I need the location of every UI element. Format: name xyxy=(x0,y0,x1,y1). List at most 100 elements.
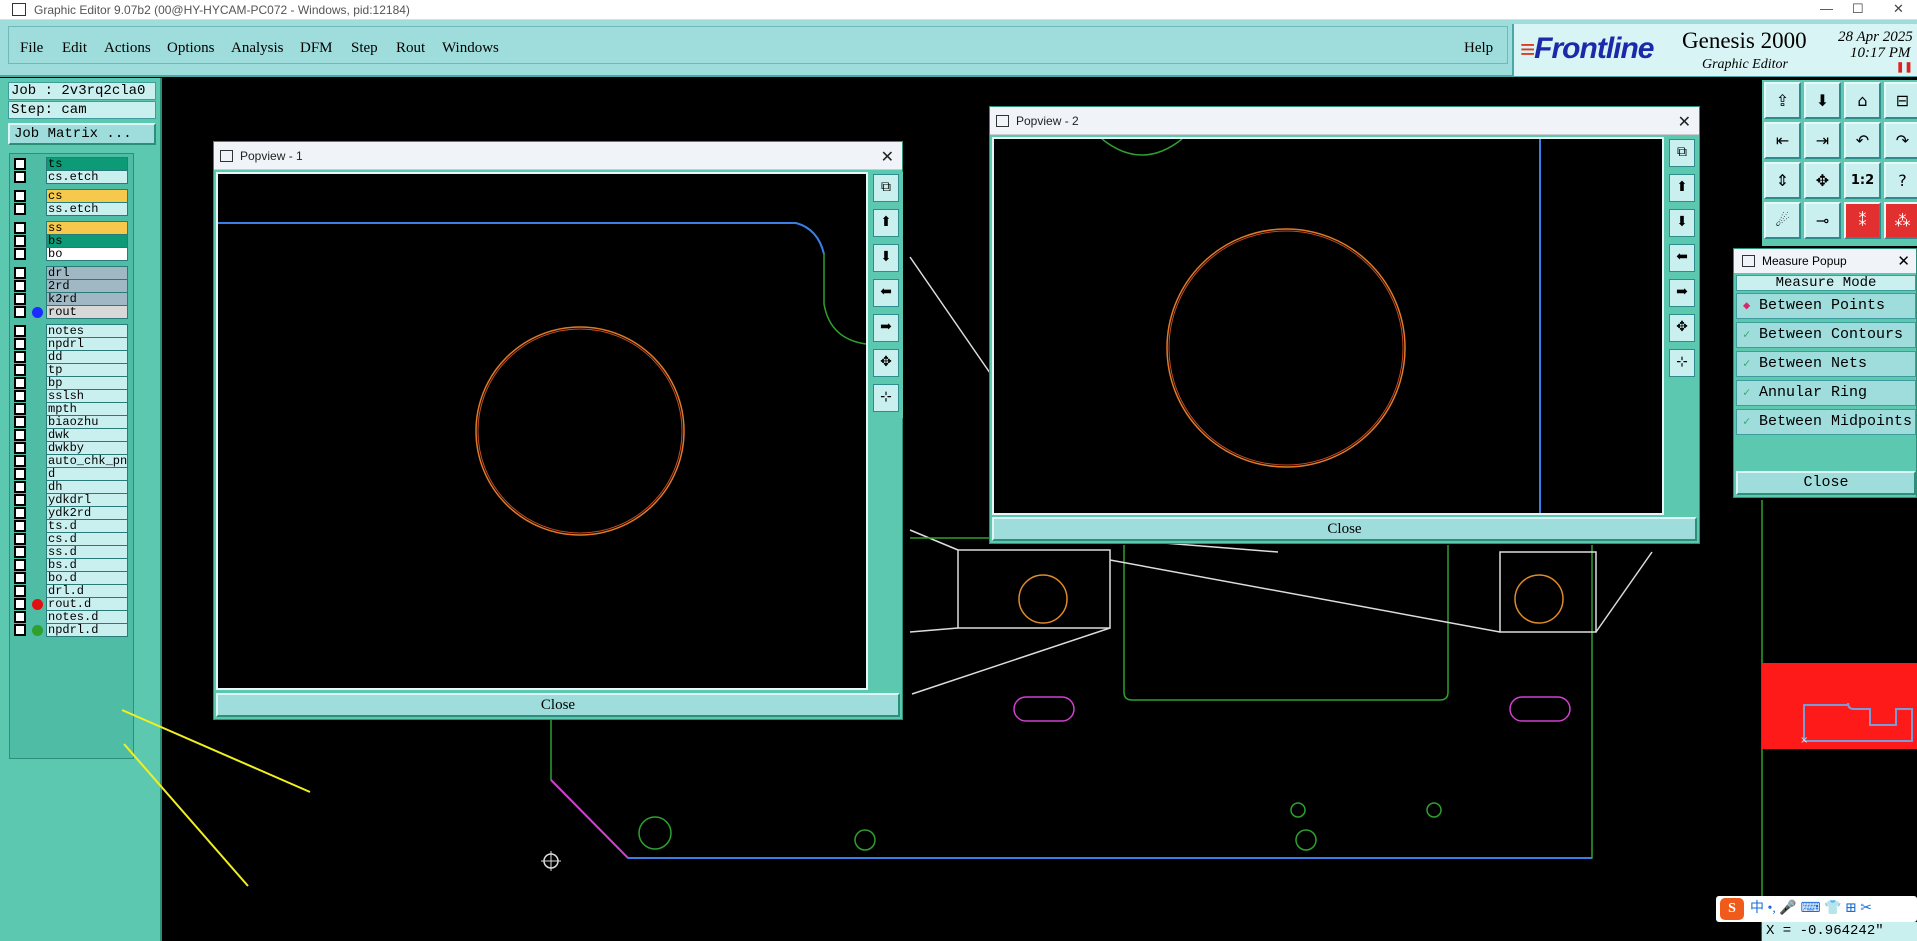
trace xyxy=(909,256,991,374)
check-icon: ✓ xyxy=(1743,328,1751,342)
window-layout-icon[interactable]: ⊟ xyxy=(1884,82,1917,119)
window-icon xyxy=(220,150,233,162)
popview-1-title-bar: Popview - 1 ✕ xyxy=(214,142,902,170)
measure-option-between-nets[interactable]: ✓ Between Nets xyxy=(1736,351,1916,377)
pan-left-icon[interactable]: ⬅ xyxy=(1669,244,1695,272)
pan-left-icon[interactable]: ⬅ xyxy=(873,279,899,307)
measure-popup: Measure Popup ✕ Measure Mode ◆ Between Po… xyxy=(1733,248,1917,498)
zoom-in-icon[interactable]: ✥ xyxy=(1669,314,1695,342)
board-edge-diag xyxy=(550,779,629,859)
home-icon[interactable]: ⌂ xyxy=(1844,82,1881,119)
annotation-arrow xyxy=(121,709,311,793)
rout-thumbnail[interactable]: × xyxy=(1762,663,1917,749)
export-down-icon[interactable]: ⬇ xyxy=(1804,82,1841,119)
help-icon[interactable]: ? xyxy=(1884,162,1917,199)
via xyxy=(1290,802,1306,818)
measure-option-between-points[interactable]: ◆ Between Points xyxy=(1736,293,1916,319)
pan-right-icon[interactable]: ➡ xyxy=(1669,279,1695,307)
popview-2-title: Popview - 2 xyxy=(1016,114,1079,128)
measure-option-between-midpoints[interactable]: ✓ Between Midpoints xyxy=(1736,409,1916,435)
fit-vertical-icon[interactable]: ⇕ xyxy=(1764,162,1801,199)
redo-icon[interactable]: ↷ xyxy=(1884,122,1917,159)
measure-title-bar: Measure Popup ✕ xyxy=(1734,249,1916,273)
measure-title: Measure Popup xyxy=(1762,254,1847,268)
annotation-arrow xyxy=(123,743,249,887)
option-label: Between Midpoints xyxy=(1759,413,1913,430)
svg-text:×: × xyxy=(1800,735,1808,746)
measure-close-button[interactable]: Close xyxy=(1736,471,1916,495)
window-icon xyxy=(1742,255,1755,267)
cursor-crosshair-icon xyxy=(541,851,561,871)
oval-slot xyxy=(1509,696,1571,722)
ime-controls[interactable]: 中 •, 🎤 ⌨ 👕 ⊞ ✂ xyxy=(1750,896,1872,922)
via xyxy=(854,829,876,851)
zoom-in-icon[interactable]: ✥ xyxy=(873,349,899,377)
pad-circle-inner xyxy=(1168,230,1404,466)
radio-selected-icon: ◆ xyxy=(1743,299,1751,313)
ime-toolbar[interactable]: S 中 •, 🎤 ⌨ 👕 ⊞ ✂ xyxy=(1716,896,1917,922)
pad-circle xyxy=(1166,228,1406,468)
measure-probe-icon[interactable]: ⊸ xyxy=(1804,202,1841,239)
popview-1-close-button[interactable]: Close xyxy=(216,693,900,717)
move-left-icon[interactable]: ⇤ xyxy=(1764,122,1801,159)
measure-option-annular-ring[interactable]: ✓ Annular Ring xyxy=(1736,380,1916,406)
option-label: Annular Ring xyxy=(1759,384,1868,401)
pad-box xyxy=(1499,551,1597,633)
measure-mode-header: Measure Mode xyxy=(1736,275,1916,291)
option-label: Between Nets xyxy=(1759,355,1868,372)
check-icon: ✓ xyxy=(1743,386,1751,400)
trace xyxy=(909,627,959,633)
popview-2-close-button[interactable]: Close xyxy=(992,517,1697,541)
window-icon xyxy=(996,115,1009,127)
net-highlight-icon[interactable]: ⁑ xyxy=(1844,202,1881,239)
fit-all-icon[interactable]: ✥ xyxy=(1804,162,1841,199)
popview-2-canvas[interactable] xyxy=(992,137,1664,515)
via xyxy=(638,816,672,850)
option-label: Between Contours xyxy=(1759,326,1904,343)
pad-box xyxy=(957,549,1111,629)
undo-icon[interactable]: ↶ xyxy=(1844,122,1881,159)
thumbnail-drawing: × xyxy=(1800,702,1913,746)
net-connect-icon[interactable]: ⁂ xyxy=(1884,202,1917,239)
sogou-icon[interactable]: S xyxy=(1720,898,1744,920)
trace xyxy=(909,529,959,551)
via xyxy=(1295,829,1317,851)
popview-1-toolbar: ⧉ ⬆ ⬇ ⬅ ➡ ✥ ⊹ xyxy=(869,172,903,418)
pan-up-icon[interactable]: ⬆ xyxy=(873,209,899,237)
slot-outline xyxy=(1123,545,1449,701)
drill-hole xyxy=(1018,574,1068,624)
popview-2-window: Popview - 2 ✕ ⧉ ⬆ ⬇ ⬅ ➡ ✥ ⊹ Close xyxy=(989,106,1700,544)
trace xyxy=(1109,559,1501,633)
option-label: Between Points xyxy=(1759,297,1886,314)
tool-grid: ⇪ ⬇ ⌂ ⊟ ⇤ ⇥ ↶ ↷ ⇕ ✥ 1:2 ? ☄ ⊸ ⁑ ⁂ xyxy=(1762,80,1917,246)
pad-circle xyxy=(475,326,685,536)
pan-up-icon[interactable]: ⬆ xyxy=(1669,174,1695,202)
one-to-two-icon[interactable]: 1:2 xyxy=(1844,162,1881,199)
popview-2-toolbar: ⧉ ⬆ ⬇ ⬅ ➡ ✥ ⊹ xyxy=(1665,137,1699,383)
snap-icon[interactable]: ☄ xyxy=(1764,202,1801,239)
trace xyxy=(911,627,1111,695)
popview-1-close-icon[interactable]: ✕ xyxy=(881,147,894,167)
popview-1-window: Popview - 1 ✕ ⧉ ⬆ ⬇ ⬅ ➡ ✥ ⊹ Close xyxy=(213,141,903,720)
zoom-out-icon[interactable]: ⊹ xyxy=(873,384,899,412)
via xyxy=(1426,802,1442,818)
zoom-home-icon[interactable]: ⧉ xyxy=(1669,139,1695,167)
export-up-icon[interactable]: ⇪ xyxy=(1764,82,1801,119)
popview-1-canvas[interactable] xyxy=(216,172,868,690)
popview-1-title: Popview - 1 xyxy=(240,149,303,163)
measure-close-icon[interactable]: ✕ xyxy=(1897,252,1910,270)
trace xyxy=(1595,551,1653,633)
pan-right-icon[interactable]: ➡ xyxy=(873,314,899,342)
zoom-out-icon[interactable]: ⊹ xyxy=(1669,349,1695,377)
coordinate-readout: X = -0.964242" xyxy=(1762,922,1917,941)
move-right-icon[interactable]: ⇥ xyxy=(1804,122,1841,159)
zoom-home-icon[interactable]: ⧉ xyxy=(873,174,899,202)
pan-down-icon[interactable]: ⬇ xyxy=(873,244,899,272)
popview-2-close-icon[interactable]: ✕ xyxy=(1678,112,1691,132)
measure-option-between-contours[interactable]: ✓ Between Contours xyxy=(1736,322,1916,348)
pan-down-icon[interactable]: ⬇ xyxy=(1669,209,1695,237)
pad-circle-inner xyxy=(477,328,683,534)
popview-2-title-bar: Popview - 2 ✕ xyxy=(990,107,1699,135)
oval-slot xyxy=(1013,696,1075,722)
check-icon: ✓ xyxy=(1743,357,1751,371)
